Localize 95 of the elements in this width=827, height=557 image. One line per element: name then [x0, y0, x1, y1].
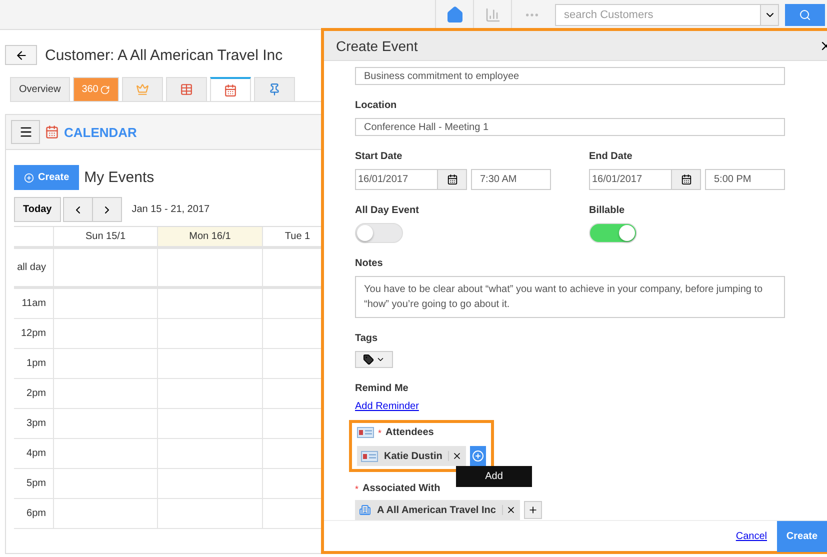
- calendar-icon[interactable]: [680, 174, 692, 186]
- refresh-icon: [100, 84, 110, 94]
- day-header: Mon 16/1: [158, 227, 263, 249]
- back-arrow-icon: [14, 48, 28, 62]
- pin-icon: [268, 83, 282, 96]
- tag-icon: [363, 354, 374, 366]
- grid-cell[interactable]: [54, 349, 158, 379]
- search-icon: [799, 8, 811, 20]
- tag-dropdown[interactable]: [355, 351, 393, 368]
- plus-icon: [528, 505, 538, 515]
- grid-cell[interactable]: [158, 289, 263, 319]
- close-icon: [506, 505, 516, 515]
- associated-name: A All American Travel Inc: [377, 504, 496, 516]
- grid-cell[interactable]: [54, 289, 158, 319]
- required-mark: *: [355, 484, 359, 494]
- calendar-icon[interactable]: [446, 174, 458, 186]
- events-heading: My Events: [84, 169, 154, 186]
- bar-chart-icon[interactable]: [484, 6, 500, 22]
- plus-circle-icon: [24, 172, 34, 182]
- field-label: Remind Me: [355, 383, 410, 394]
- field-label: Location: [355, 100, 398, 112]
- grid-cell[interactable]: [158, 439, 263, 469]
- field-label: Start Date: [355, 151, 404, 162]
- page-title: Customer: A All American Travel Inc: [45, 46, 283, 64]
- remove-button[interactable]: [502, 505, 516, 515]
- calendar-icon: [224, 84, 238, 96]
- crown-icon: [136, 83, 150, 96]
- contact-card-icon: [361, 450, 378, 462]
- time-label: all day: [14, 249, 54, 289]
- plus-circle-icon: [472, 450, 484, 462]
- cancel-link[interactable]: Cancel: [736, 530, 767, 542]
- dialog-title: Create Event: [336, 38, 418, 54]
- time-label: 1pm: [14, 349, 54, 379]
- grid-cell[interactable]: [54, 319, 158, 349]
- calendar-title: CALENDAR: [64, 124, 137, 140]
- grid-cell[interactable]: [54, 439, 158, 469]
- toggle-switch[interactable]: [355, 223, 403, 244]
- location-field[interactable]: Conference Hall - Meeting 1: [355, 118, 785, 136]
- today-button[interactable]: Today: [14, 197, 61, 222]
- attendee-name: Katie Dustin: [384, 450, 442, 462]
- toggle-switch[interactable]: [589, 223, 637, 244]
- grid-cell[interactable]: [158, 409, 263, 439]
- required-mark: *: [378, 428, 382, 438]
- day-header: Sun 15/1: [54, 227, 158, 249]
- field-label: Associated With: [362, 483, 440, 494]
- time-label: 6pm: [14, 499, 54, 529]
- grid-cell[interactable]: [54, 499, 158, 529]
- next-button[interactable]: [92, 197, 122, 222]
- grid-cell[interactable]: [158, 319, 263, 349]
- time-label: 12pm: [14, 319, 54, 349]
- close-icon: [452, 451, 462, 461]
- time-label: 2pm: [14, 379, 54, 409]
- field-label: Attendees: [386, 427, 434, 438]
- date-field[interactable]: 16/01/2017: [355, 169, 467, 190]
- field-label: Billable: [589, 205, 626, 216]
- add-reminder-link[interactable]: Add Reminder: [355, 401, 419, 412]
- remove-button[interactable]: [448, 451, 462, 461]
- field-label: End Date: [589, 151, 634, 162]
- menu-button[interactable]: [11, 120, 40, 144]
- grid-cell[interactable]: [158, 469, 263, 499]
- notes-field[interactable]: You have to be clear about “what” you want to achieve in your company, before jumping to “how” you’re going to go about it.: [355, 276, 785, 318]
- time-label: 5pm: [14, 469, 54, 499]
- table-icon: [180, 83, 194, 96]
- field-label: Notes: [355, 258, 384, 270]
- grid-cell[interactable]: [54, 469, 158, 499]
- time-label: 4pm: [14, 439, 54, 469]
- grid-cell[interactable]: [54, 379, 158, 409]
- search-field[interactable]: search Customers: [555, 4, 779, 26]
- menu-icon: [18, 125, 32, 139]
- tooltip: Add: [456, 466, 532, 487]
- tab[interactable]: [210, 77, 252, 101]
- building-icon: [359, 504, 371, 516]
- calendar-icon: [45, 125, 59, 139]
- date-range: Jan 15 - 21, 2017: [132, 204, 210, 215]
- grid-cell[interactable]: [54, 249, 158, 289]
- time-field[interactable]: 5:00 PM: [705, 169, 785, 190]
- contact-card-icon: [357, 427, 374, 438]
- field-label: All Day Event: [355, 205, 420, 216]
- grid-cell[interactable]: [158, 349, 263, 379]
- add-button[interactable]: [524, 501, 542, 519]
- time-field[interactable]: 7:30 AM: [471, 169, 551, 190]
- time-label: 3pm: [14, 409, 54, 439]
- grid-cell[interactable]: [158, 499, 263, 529]
- home-icon[interactable]: [446, 6, 464, 24]
- grid-cell[interactable]: [158, 379, 263, 409]
- grid-cell[interactable]: [158, 249, 263, 289]
- previous-button[interactable]: [62, 197, 93, 222]
- time-label: 11am: [14, 289, 54, 319]
- search-button[interactable]: [785, 4, 825, 26]
- subject-field[interactable]: Business commitment to employee: [355, 67, 785, 86]
- back-button[interactable]: [5, 45, 37, 65]
- tab[interactable]: Overview: [10, 77, 70, 101]
- field-label: Tags: [355, 333, 379, 344]
- date-field[interactable]: 16/01/2017: [589, 169, 701, 190]
- grid-cell[interactable]: [54, 409, 158, 439]
